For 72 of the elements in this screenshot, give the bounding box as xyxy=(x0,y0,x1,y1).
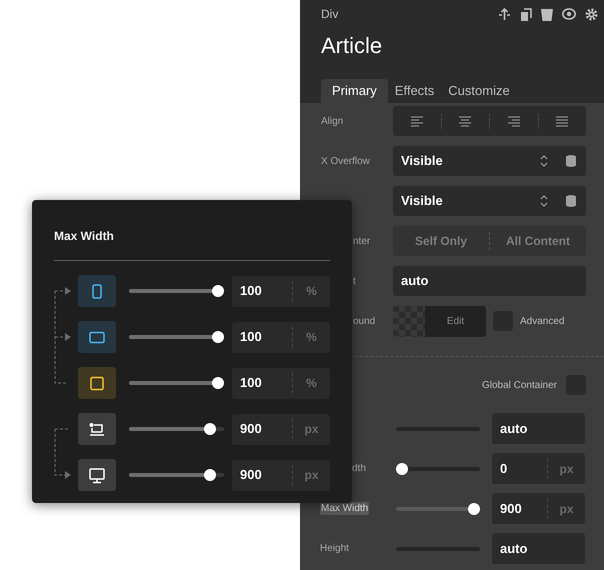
delete-icon[interactable] xyxy=(541,8,553,20)
align-right-icon[interactable] xyxy=(506,114,522,128)
database-icon[interactable] xyxy=(566,155,576,167)
edit-button[interactable]: Edit xyxy=(425,306,486,336)
field-label: Height xyxy=(320,543,349,554)
slider[interactable] xyxy=(129,285,224,297)
align-center-icon[interactable] xyxy=(457,114,474,128)
device-button[interactable] xyxy=(78,321,116,353)
laptop-icon xyxy=(88,420,106,438)
slider-thumb[interactable] xyxy=(212,285,224,297)
slider-thumb[interactable] xyxy=(468,502,480,514)
number-input[interactable]: auto xyxy=(492,533,585,564)
slider[interactable] xyxy=(396,502,480,514)
element-type-label: Div xyxy=(321,6,338,23)
number-input[interactable]: 0 px xyxy=(492,453,585,484)
chevron-up-down-icon xyxy=(540,155,548,167)
connector-drawing xyxy=(54,428,71,479)
number-input[interactable]: 100 % xyxy=(232,276,330,306)
transparency-swatch[interactable] xyxy=(393,306,425,336)
align-justify-icon[interactable] xyxy=(554,114,570,128)
slider-thumb[interactable] xyxy=(212,377,224,389)
unit-label: px xyxy=(547,498,585,518)
number-input[interactable]: 100 % xyxy=(232,322,330,352)
tab[interactable]: Primary xyxy=(321,79,388,103)
database-icon[interactable] xyxy=(566,195,576,207)
slider[interactable] xyxy=(129,377,224,389)
checkbox-label: Advanced xyxy=(520,314,564,328)
visibility-icon[interactable] xyxy=(562,8,576,20)
number-input[interactable]: 900 px xyxy=(492,493,585,524)
field-label: Max Width xyxy=(320,502,370,515)
field-label: Align xyxy=(321,116,344,126)
checkbox-label: Global Container xyxy=(482,378,557,392)
unit-label: % xyxy=(292,373,330,393)
slider-thumb[interactable] xyxy=(204,469,216,481)
select-field[interactable]: Visible xyxy=(393,186,586,216)
copy-icon[interactable] xyxy=(520,8,532,20)
unit-label: px xyxy=(547,458,585,478)
slider[interactable] xyxy=(129,423,224,435)
unit-label: % xyxy=(292,281,330,301)
slider[interactable] xyxy=(396,462,480,474)
align-left-icon[interactable] xyxy=(408,114,425,128)
device-button[interactable] xyxy=(78,275,116,307)
text-input[interactable]: auto xyxy=(393,266,586,296)
field-label: t xyxy=(353,276,356,286)
slider[interactable] xyxy=(129,469,224,481)
slider-thumb[interactable] xyxy=(204,423,216,435)
popup-title: Max Width xyxy=(54,228,115,245)
field-label: ound xyxy=(353,316,376,326)
move-icon[interactable] xyxy=(498,8,511,20)
select-field[interactable]: Visible xyxy=(393,146,586,176)
tab[interactable]: Customize xyxy=(441,79,517,103)
desktop-icon xyxy=(88,466,106,484)
unit-label: px xyxy=(292,465,330,485)
device-button[interactable] xyxy=(78,367,116,399)
settings-icon[interactable] xyxy=(585,8,598,20)
field-label: X Overflow xyxy=(321,156,370,166)
tab[interactable]: Effects xyxy=(388,79,442,103)
number-input[interactable]: 900 px xyxy=(232,414,330,444)
field-label: nter xyxy=(353,236,370,246)
device-button[interactable] xyxy=(78,413,116,445)
number-input[interactable]: 100 % xyxy=(232,368,330,398)
unit-label: px xyxy=(292,419,330,439)
number-input[interactable]: 900 px xyxy=(232,460,330,490)
unit-label: % xyxy=(292,327,330,347)
number-input[interactable]: auto xyxy=(492,413,585,444)
slider-thumb[interactable] xyxy=(396,462,408,474)
slider[interactable] xyxy=(129,331,224,343)
field-label: dth xyxy=(352,463,366,474)
chevron-up-down-icon xyxy=(540,195,548,207)
slider-thumb[interactable] xyxy=(212,331,224,343)
panel-title: Article xyxy=(321,32,384,60)
device-button[interactable] xyxy=(78,459,116,491)
